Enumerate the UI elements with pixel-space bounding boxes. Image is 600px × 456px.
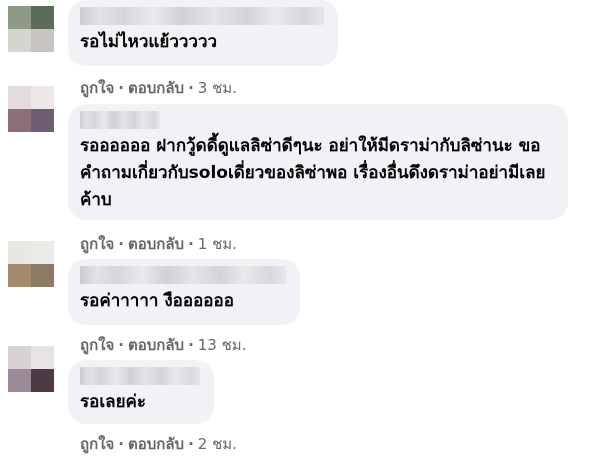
- avatar-tile: [31, 29, 54, 52]
- comment-bubble: รอค่าาาาา งืออออออ: [68, 259, 300, 325]
- avatar-tile: [8, 264, 31, 287]
- avatar-tile: [8, 29, 31, 52]
- avatar-tile: [31, 264, 54, 287]
- like-link[interactable]: ถูกใจ: [80, 79, 114, 97]
- like-link[interactable]: ถูกใจ: [80, 435, 114, 453]
- timestamp[interactable]: 13 ชม.: [198, 336, 247, 354]
- comment-actions: ถูกใจ · ตอบกลับ · 2 ชม.: [80, 435, 237, 453]
- timestamp[interactable]: 1 ชม.: [198, 235, 237, 253]
- avatar-tile: [8, 369, 31, 392]
- comment-text: รอค่าาาาา งืออออออ: [80, 291, 234, 311]
- reply-link[interactable]: ตอบกลับ: [128, 79, 184, 97]
- comment-bubble: รอเลยค่ะ: [68, 360, 214, 424]
- avatar[interactable]: [8, 241, 54, 287]
- avatar-tile: [8, 241, 31, 264]
- comment-actions: ถูกใจ · ตอบกลับ · 1 ชม.: [80, 235, 237, 253]
- author-name-blurred[interactable]: [80, 7, 324, 25]
- avatar-tile: [8, 6, 31, 29]
- avatar[interactable]: [8, 6, 54, 52]
- avatar-tile: [31, 241, 54, 264]
- avatar-tile: [31, 109, 54, 132]
- avatar-tile: [31, 86, 54, 109]
- comment-text: รอไม่ไหวแย้ววววว: [80, 32, 218, 52]
- avatar-tile: [8, 86, 31, 109]
- avatar-tile: [8, 109, 31, 132]
- author-name-blurred[interactable]: [80, 111, 160, 129]
- comment-actions: ถูกใจ · ตอบกลับ · 13 ชม.: [80, 336, 247, 354]
- like-link[interactable]: ถูกใจ: [80, 235, 114, 253]
- avatar-tile: [31, 346, 54, 369]
- comment-bubble: รอไม่ไหวแย้ววววว: [68, 0, 338, 66]
- comment-text: รอเลยค่ะ: [80, 392, 147, 412]
- author-name-blurred[interactable]: [80, 266, 286, 284]
- reply-link[interactable]: ตอบกลับ: [128, 435, 184, 453]
- timestamp[interactable]: 3 ชม.: [198, 79, 237, 97]
- author-name-blurred[interactable]: [80, 367, 200, 385]
- reply-link[interactable]: ตอบกลับ: [128, 235, 184, 253]
- avatar[interactable]: [8, 86, 54, 132]
- avatar-tile: [31, 369, 54, 392]
- comment-bubble: รออออออ ฝากวู้ดดี้ดูแลลิซ่าดีๆนะ อย่าให้…: [68, 104, 568, 220]
- comment-text: รออออออ ฝากวู้ดดี้ดูแลลิซ่าดีๆนะ อย่าให้…: [80, 136, 546, 210]
- like-link[interactable]: ถูกใจ: [80, 336, 114, 354]
- timestamp[interactable]: 2 ชม.: [198, 435, 237, 453]
- comment-actions: ถูกใจ · ตอบกลับ · 3 ชม.: [80, 79, 237, 97]
- avatar-tile: [31, 6, 54, 29]
- reply-link[interactable]: ตอบกลับ: [128, 336, 184, 354]
- avatar[interactable]: [8, 346, 54, 392]
- avatar-tile: [8, 346, 31, 369]
